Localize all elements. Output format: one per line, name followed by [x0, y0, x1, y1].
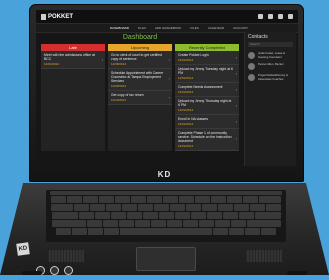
contact-name: Tanner Allen, Mentor	[258, 62, 284, 66]
contacts-panel: Contacts Search Jodie Foster, Lease & Ho…	[244, 32, 296, 166]
laptop-foot	[22, 271, 42, 275]
chevron-right-icon: ›	[235, 136, 237, 142]
contacts-search-input[interactable]: Search	[248, 42, 293, 47]
chevron-right-icon: ›	[168, 76, 170, 82]
port-3	[64, 266, 73, 275]
logo-mark-icon	[41, 13, 46, 20]
settings-icon[interactable]	[278, 14, 283, 19]
chevron-right-icon: ›	[168, 56, 170, 62]
touchpad[interactable]	[136, 247, 196, 271]
task-title: Meet with the admissions office at BCC	[44, 53, 95, 61]
task-card[interactable]: Complete Needs Assessment 12/02/2014 ›	[175, 83, 239, 97]
user-icon[interactable]	[268, 14, 273, 19]
task-card[interactable]: Complete Phase 1 of community service. S…	[175, 129, 239, 151]
task-date: 12/02/2014	[178, 108, 194, 112]
task-columns: Late Meet with the admissions office at …	[41, 44, 239, 151]
page-title: Dashboard	[122, 34, 158, 41]
task-title: Go to clerk of court to get certified co…	[111, 53, 162, 61]
nav-dashboard[interactable]: DASHBOARD	[110, 26, 129, 30]
column-header-late: Late	[41, 44, 105, 51]
contact-name: Project Rebuild/Jenny & Associates Coach…	[258, 73, 288, 81]
speaker-grille-left	[48, 250, 84, 262]
task-title: Create Pokket Login	[178, 53, 209, 57]
task-date: 12/09/2014	[111, 84, 127, 88]
nav-calendar[interactable]: CALENDAR	[208, 26, 224, 30]
top-bar-icons	[258, 14, 293, 19]
task-title: Get copy of tax return	[111, 93, 144, 97]
contacts-title: Contacts	[248, 34, 268, 40]
task-title: Complete Needs Assessment	[178, 85, 223, 89]
contact-item[interactable]: Tanner Allen, Mentor	[245, 61, 296, 72]
contact-item[interactable]: Jodie Foster, Lease & Housing Counselor	[245, 50, 296, 61]
task-card[interactable]: Enroll in NA classes 12/02/2014 ›	[175, 115, 239, 129]
task-card[interactable]: Schedule Appointment with Career Counsel…	[108, 69, 172, 91]
task-title: Upload my Jenny Tuesday night at 6 PM	[178, 67, 233, 75]
task-date: 12/08/2014	[111, 62, 127, 66]
task-card[interactable]: Get copy of tax return 12/10/2014 ›	[108, 91, 172, 105]
lid-brand-logo: KD	[157, 170, 172, 179]
avatar	[248, 63, 255, 70]
task-date: 12/02/2014	[178, 58, 194, 62]
task-date: 12/02/2014	[178, 144, 194, 148]
column-late: Late Meet with the admissions office at …	[41, 44, 105, 151]
top-bar: POKKET	[36, 10, 298, 24]
port-2	[50, 266, 59, 275]
task-title: Enroll in NA classes	[178, 117, 208, 121]
contact-name: Jodie Foster, Lease & Housing Counselor	[258, 51, 286, 59]
task-card[interactable]: Go to clerk of court to get certified co…	[108, 51, 172, 69]
speaker-grille-right	[246, 250, 282, 262]
contact-item[interactable]: Project Rebuild/Jenny & Associates Coach…	[245, 72, 296, 83]
nav-gradebook[interactable]: ADD GRADEBOOK	[155, 26, 182, 30]
screen: POKKET DASHBOARD PLAN ADD GRADEBOOK FILE…	[36, 10, 298, 168]
task-card[interactable]: Upload my Jenny Tuesday night at 6 PM 12…	[175, 65, 239, 83]
app-logo[interactable]: POKKET	[41, 13, 74, 20]
task-title: Schedule Appointment with Career Counsel…	[111, 71, 164, 83]
laptop-frame: POKKET DASHBOARD PLAN ADD GRADEBOOK FILE…	[0, 0, 329, 280]
nav-plan[interactable]: PLAN	[138, 26, 146, 30]
notification-icon[interactable]	[258, 14, 263, 19]
avatar	[248, 52, 255, 59]
nav-account[interactable]: ACCOUNT	[233, 26, 248, 30]
chevron-right-icon: ›	[235, 70, 237, 76]
chevron-right-icon: ›	[235, 55, 237, 61]
chevron-right-icon: ›	[235, 87, 237, 93]
nav-files[interactable]: FILES	[190, 26, 198, 30]
chevron-right-icon: ›	[235, 102, 237, 108]
base-brand-logo: KD	[16, 242, 30, 256]
task-title: Complete Phase 1 of community service. S…	[178, 131, 232, 143]
task-card[interactable]: Upload my Jenny Thursday night at 6 PM 1…	[175, 97, 239, 115]
keyboard	[46, 190, 286, 242]
task-title: Upload my Jenny Thursday night at 6 PM	[178, 99, 232, 107]
task-card[interactable]: Create Pokket Login 12/02/2014 ›	[175, 51, 239, 65]
chevron-right-icon: ›	[101, 56, 103, 62]
chevron-right-icon: ›	[168, 95, 170, 101]
task-date: 12/02/2014	[178, 122, 194, 126]
laptop-foot	[287, 271, 307, 275]
dashboard-main: Dashboard Late Meet with the admissions …	[41, 32, 239, 168]
task-date: 12/10/2014	[111, 98, 127, 102]
column-recently-completed: Recently Completed Create Pokket Login 1…	[175, 44, 239, 151]
column-header-upcoming: Upcoming	[108, 44, 172, 51]
menu-icon[interactable]	[288, 14, 293, 19]
column-header-completed: Recently Completed	[175, 44, 239, 51]
chevron-right-icon: ›	[235, 119, 237, 125]
task-date: 12/02/2014	[178, 76, 194, 80]
task-date: 12/02/2014	[178, 90, 194, 94]
column-upcoming: Upcoming Go to clerk of court to get cer…	[108, 44, 172, 151]
avatar	[248, 74, 255, 81]
app-name: POKKET	[48, 13, 74, 20]
task-date: 12/04/2014	[44, 62, 60, 66]
task-card[interactable]: Meet with the admissions office at BCC 1…	[41, 51, 105, 69]
